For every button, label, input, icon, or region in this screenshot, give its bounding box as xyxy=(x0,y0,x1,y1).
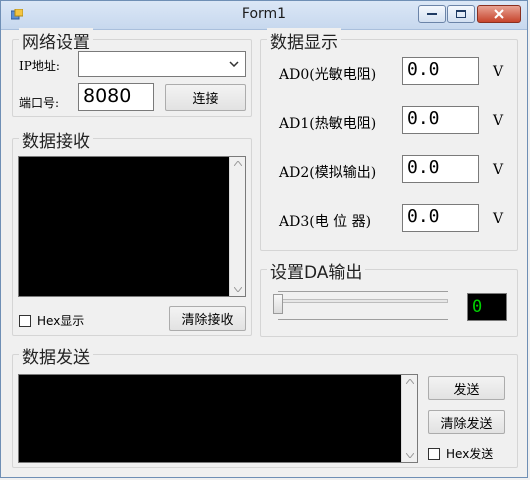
send-button[interactable]: 发送 xyxy=(428,376,505,400)
clear-receive-button[interactable]: 清除接收 xyxy=(169,306,246,331)
receive-textarea[interactable] xyxy=(18,156,246,297)
receive-scrollbar[interactable] xyxy=(229,157,245,296)
ad0-value[interactable]: 0.0 xyxy=(402,57,479,85)
ad3-value[interactable]: 0.0 xyxy=(402,204,479,232)
network-group-title: 网络设置 xyxy=(19,28,93,53)
ad0-unit: V xyxy=(493,64,504,80)
ad0-label: AD0(光敏电阻) xyxy=(279,67,377,83)
minimize-button[interactable] xyxy=(418,5,446,23)
clear-send-button[interactable]: 清除发送 xyxy=(428,410,505,434)
hex-send-label: Hex发送 xyxy=(446,447,494,461)
scroll-up-icon xyxy=(234,161,242,166)
ip-label: IP地址: xyxy=(19,59,60,73)
port-input[interactable]: 8080 xyxy=(78,83,154,111)
connect-button[interactable]: 连接 xyxy=(165,84,246,111)
maximize-button[interactable] xyxy=(447,5,475,23)
da-group-title: 设置DA输出 xyxy=(267,258,366,283)
slider-tick-top xyxy=(278,291,448,292)
hex-send-checkbox[interactable]: Hex发送 xyxy=(428,445,493,462)
minimize-icon xyxy=(427,13,437,15)
maximize-icon xyxy=(456,10,466,18)
ad1-label: AD1(热敏电阻) xyxy=(279,116,377,132)
title-bar[interactable]: Form1 xyxy=(1,1,527,30)
hex-display-checkbox-box[interactable] xyxy=(19,314,31,327)
hex-send-checkbox-box[interactable] xyxy=(428,447,440,460)
ad2-unit: V xyxy=(493,162,504,178)
close-icon xyxy=(494,9,504,19)
slider-tick-bottom xyxy=(278,319,448,320)
receive-group-title: 数据接收 xyxy=(19,127,93,152)
hex-display-label: Hex显示 xyxy=(37,314,85,328)
ad2-value[interactable]: 0.0 xyxy=(402,155,479,183)
da-slider-thumb[interactable] xyxy=(273,294,283,314)
scroll-down-icon xyxy=(234,287,242,292)
close-button[interactable] xyxy=(477,5,521,23)
hex-display-checkbox[interactable]: Hex显示 xyxy=(19,312,84,329)
ad3-label: AD3(电 位 器) xyxy=(279,214,372,230)
port-label: 端口号: xyxy=(19,96,60,110)
send-group-title: 数据发送 xyxy=(19,343,93,368)
scroll-down-icon xyxy=(406,453,414,458)
send-textarea[interactable] xyxy=(18,374,418,463)
da-value-display: 0 xyxy=(467,293,507,321)
chevron-down-icon xyxy=(229,61,239,67)
send-scrollbar[interactable] xyxy=(401,375,417,462)
ad1-value[interactable]: 0.0 xyxy=(402,106,479,134)
app-window: Form1 网络设置 IP地址: 端口号: 8080 连接 数据接收 Hex显示… xyxy=(0,0,528,478)
da-slider-track[interactable] xyxy=(278,299,448,303)
display-group-title: 数据显示 xyxy=(267,28,341,53)
ad1-unit: V xyxy=(493,113,504,129)
ad2-label: AD2(模拟输出) xyxy=(279,165,377,181)
ad3-unit: V xyxy=(493,211,504,227)
ip-address-combo[interactable] xyxy=(78,51,246,77)
scroll-up-icon xyxy=(406,379,414,384)
